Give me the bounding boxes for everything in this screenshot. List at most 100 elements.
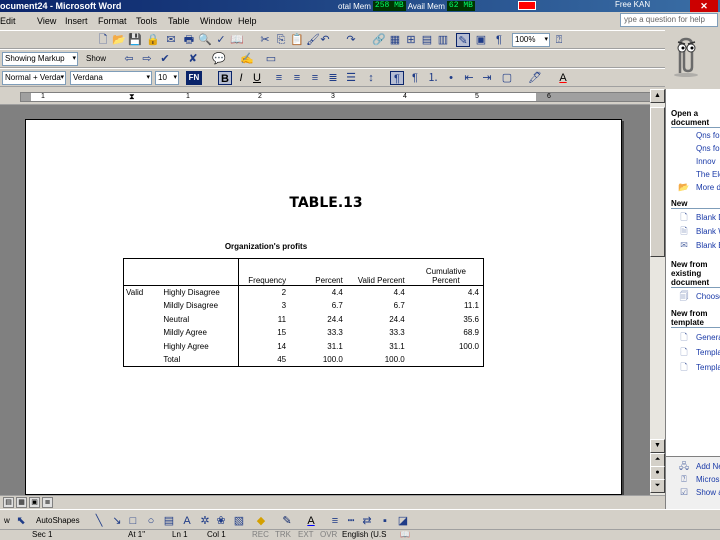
paste-icon[interactable]: 📋 [290, 33, 304, 47]
columns-icon[interactable]: ▥ [436, 33, 450, 47]
align-left-icon[interactable]: ≡ [272, 71, 286, 85]
help-icon[interactable]: ⍰ [552, 33, 566, 47]
track-changes-icon[interactable]: ✍ [240, 52, 254, 66]
align-center-icon[interactable]: ≡ [290, 71, 304, 85]
templates-online-link[interactable]: Templa [696, 363, 720, 372]
insert-excel-icon[interactable]: ▤ [420, 33, 434, 47]
templates-website-link[interactable]: Templa [696, 348, 720, 357]
line-spacing-icon[interactable]: ↕ [364, 71, 378, 85]
new-blank-web-page-link[interactable]: Blank W [696, 227, 720, 236]
distributed-icon[interactable]: ☰ [344, 71, 358, 85]
font-color-icon[interactable]: A [556, 71, 570, 85]
recent-document-link[interactable]: Innov [696, 157, 716, 166]
decrease-indent-icon[interactable]: ⇤ [462, 71, 476, 85]
rtl-icon[interactable]: ¶ [408, 71, 422, 85]
highlight-icon[interactable]: 🖊 [528, 71, 542, 85]
hyperlink-icon[interactable]: 🔗 [372, 33, 386, 47]
arrow-style-icon[interactable]: ⇄ [360, 514, 374, 528]
document-page[interactable]: TABLE.13 Organization's profits Frequenc… [25, 119, 622, 495]
menu-table[interactable]: Table [168, 15, 190, 27]
font-size-select[interactable]: 10 ▾ [155, 71, 179, 85]
menu-window[interactable]: Window [200, 15, 232, 27]
next-page-button[interactable]: ⏷ [650, 479, 665, 493]
print-icon[interactable]: 🖶 [182, 33, 196, 47]
vertical-scrollbar[interactable]: ▲ ▼ ⏶ ● ⏷ [650, 89, 665, 495]
menu-tools[interactable]: Tools [136, 15, 157, 27]
3d-style-icon[interactable]: ◪ [396, 514, 410, 528]
show-at-startup-label[interactable]: Show a [696, 488, 720, 497]
underline-button[interactable]: U [250, 71, 264, 85]
print-preview-icon[interactable]: 🔍 [198, 33, 212, 47]
language-indicator[interactable]: English (U.S [342, 530, 386, 540]
menu-help[interactable]: Help [238, 15, 257, 27]
next-change-icon[interactable]: ⇨ [140, 52, 154, 66]
new-document-icon[interactable]: 🗋 [96, 33, 110, 47]
office-help-link[interactable]: Micros [696, 475, 720, 484]
print-layout-button[interactable]: ▣ [29, 497, 40, 508]
draw-menu[interactable]: w [4, 515, 10, 527]
font-select[interactable]: Verdana ▾ [70, 71, 152, 85]
web-layout-button[interactable]: ▦ [16, 497, 27, 508]
undo-icon[interactable]: ↶ [318, 33, 332, 47]
menu-format[interactable]: Format [98, 15, 127, 27]
show-hide-icon[interactable]: ¶ [492, 33, 506, 47]
overtype-indicator[interactable]: OVR [320, 530, 337, 540]
scroll-up-button[interactable]: ▲ [650, 89, 665, 103]
close-window-button[interactable]: ✕ [690, 0, 718, 12]
diagram-icon[interactable]: ✲ [198, 514, 212, 528]
normal-view-button[interactable]: ▤ [3, 497, 14, 508]
outline-view-button[interactable]: ≣ [42, 497, 53, 508]
choose-document-link[interactable]: Choose [696, 292, 720, 301]
rectangle-tool-icon[interactable]: □ [126, 514, 140, 528]
recent-document-link[interactable]: Qns fo [696, 131, 720, 140]
insert-table-icon[interactable]: ⊞ [404, 33, 418, 47]
bullets-icon[interactable]: • [444, 71, 458, 85]
indent-marker-icon[interactable]: ⧗ [129, 92, 135, 101]
font-code-button[interactable]: FN [186, 71, 202, 85]
dash-style-icon[interactable]: ┅ [344, 514, 358, 528]
previous-change-icon[interactable]: ⇦ [122, 52, 136, 66]
recent-document-link[interactable]: The Ele [696, 170, 720, 179]
accept-change-icon[interactable]: ✔ [158, 52, 172, 66]
horizontal-ruler[interactable]: 1 1 2 3 4 5 6 ⧗ [0, 89, 666, 105]
line-tool-icon[interactable]: ╲ [92, 514, 106, 528]
oval-tool-icon[interactable]: ○ [144, 514, 158, 528]
copy-icon[interactable]: ⎘ [274, 33, 288, 47]
line-style-icon[interactable]: ≡ [328, 514, 342, 528]
cut-icon[interactable]: ✂ [258, 33, 272, 47]
autoshapes-menu[interactable]: AutoShapes [36, 515, 80, 527]
menu-insert[interactable]: Insert [65, 15, 88, 27]
redo-icon[interactable]: ↷ [344, 33, 358, 47]
drawing-icon[interactable]: ✎ [456, 33, 470, 47]
wordart-icon[interactable]: A [180, 514, 194, 528]
zoom-select[interactable]: 100% ▾ [512, 33, 550, 47]
new-blank-email-link[interactable]: Blank E [696, 241, 720, 250]
recent-document-link[interactable]: Qns fo [696, 144, 720, 153]
spelling-status-icon[interactable]: 📖 [400, 530, 410, 540]
show-menu[interactable]: Show [86, 53, 106, 65]
extend-selection-indicator[interactable]: EXT [298, 530, 314, 540]
new-blank-document-link[interactable]: Blank D [696, 213, 720, 222]
open-folder-icon[interactable]: 📂 [112, 33, 126, 47]
general-templates-link[interactable]: Genera [696, 333, 720, 342]
italic-button[interactable]: I [234, 71, 248, 85]
reviewing-pane-icon[interactable]: ▭ [264, 52, 278, 66]
record-macro-indicator[interactable]: REC [252, 530, 269, 540]
scroll-down-button[interactable]: ▼ [650, 439, 665, 453]
menu-view[interactable]: View [37, 15, 56, 27]
permission-icon[interactable]: 🔒 [146, 33, 160, 47]
research-icon[interactable]: 📖 [230, 33, 244, 47]
tables-borders-icon[interactable]: ▦ [388, 33, 402, 47]
align-right-icon[interactable]: ≡ [308, 71, 322, 85]
select-browse-object-button[interactable]: ● [650, 466, 665, 480]
font-color-draw-icon[interactable]: A [304, 514, 318, 528]
save-icon[interactable]: 💾 [128, 33, 142, 47]
insert-picture-icon[interactable]: ▧ [232, 514, 246, 528]
insert-comment-icon[interactable]: 💬 [212, 52, 226, 66]
track-changes-indicator[interactable]: TRK [275, 530, 291, 540]
menu-edit[interactable]: Edit [0, 15, 16, 27]
bold-button[interactable]: B [218, 71, 232, 85]
display-for-review-select[interactable]: Showing Markup ▾ [2, 52, 78, 66]
help-search-input[interactable]: ype a question for help [620, 13, 718, 27]
style-select[interactable]: Normal + Verda ▾ [2, 71, 66, 85]
